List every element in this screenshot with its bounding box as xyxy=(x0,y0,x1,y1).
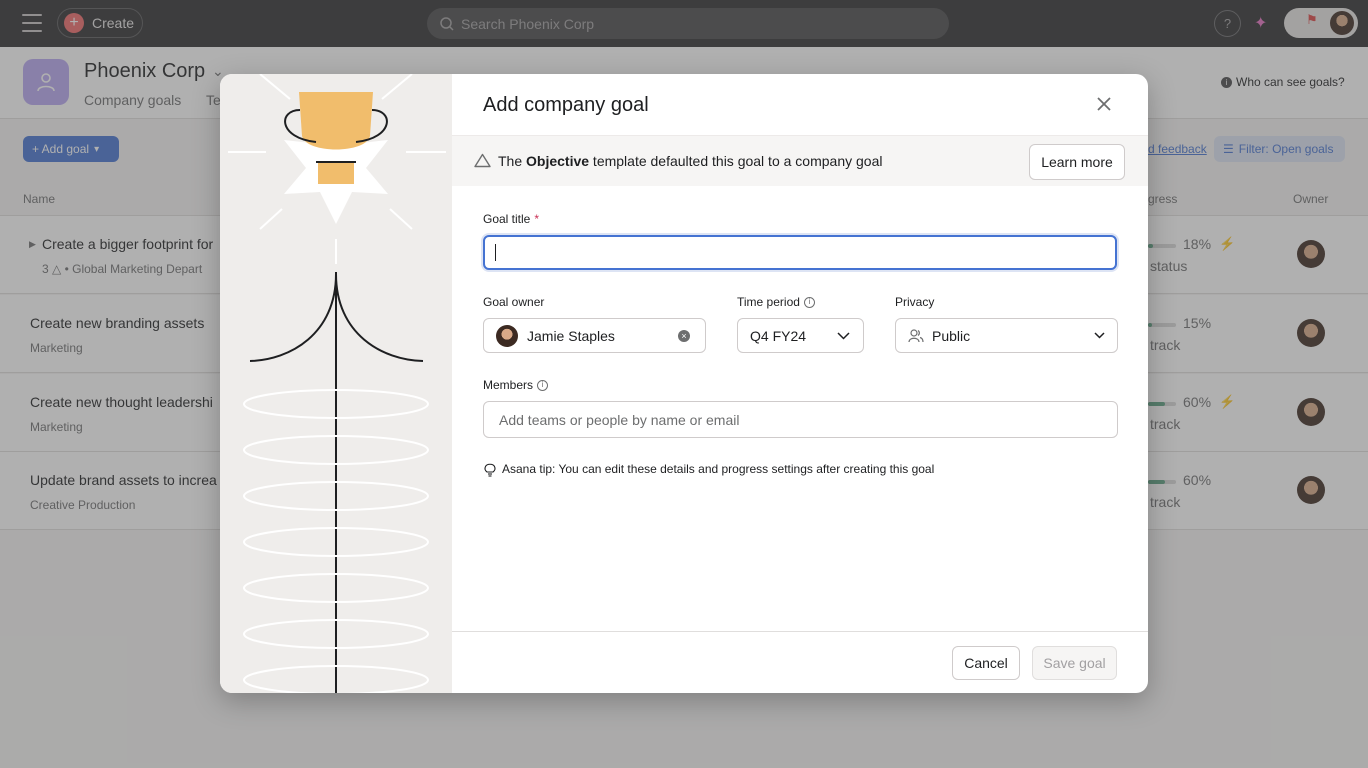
chevron-down-icon xyxy=(837,332,850,340)
text-cursor xyxy=(495,244,496,261)
required-mark: * xyxy=(534,212,540,226)
divider xyxy=(452,631,1148,632)
triangle-goal-icon xyxy=(474,153,491,168)
goal-title-input[interactable] xyxy=(483,235,1117,270)
trophy-illustration xyxy=(220,74,452,693)
members-input[interactable] xyxy=(483,401,1118,438)
time-period-label: Time period i xyxy=(737,295,815,309)
avatar xyxy=(496,324,518,347)
learn-more-button[interactable]: Learn more xyxy=(1029,144,1125,180)
members-label-text: Members xyxy=(483,378,534,392)
privacy-label: Privacy xyxy=(895,295,935,309)
time-period-value: Q4 FY24 xyxy=(750,327,807,344)
banner-prefix: The xyxy=(498,153,527,169)
chevron-down-icon xyxy=(1094,332,1105,339)
info-icon[interactable]: i xyxy=(537,379,549,391)
goal-owner-value: Jamie Staples xyxy=(527,327,615,344)
members-label: Members i xyxy=(483,378,549,392)
add-goal-dialog: Add company goal The Objective template … xyxy=(220,74,1148,693)
goal-owner-label: Goal owner xyxy=(483,295,545,309)
dialog-form: Add company goal The Objective template … xyxy=(452,74,1148,693)
template-banner: The Objective template defaulted this go… xyxy=(452,135,1148,186)
goal-title-label-text: Goal title xyxy=(483,212,531,226)
cancel-button[interactable]: Cancel xyxy=(952,646,1020,680)
dialog-title: Add company goal xyxy=(483,94,649,116)
banner-text: The Objective template defaulted this go… xyxy=(498,153,882,169)
save-goal-button[interactable]: Save goal xyxy=(1032,646,1117,680)
asana-tip: Asana tip: You can edit these details an… xyxy=(483,461,934,477)
lightbulb-icon xyxy=(484,463,496,477)
goal-owner-field[interactable]: Jamie Staples × xyxy=(483,318,706,353)
banner-suffix: template defaulted this goal to a compan… xyxy=(589,153,883,169)
clear-icon[interactable]: × xyxy=(678,330,690,342)
tip-text: Asana tip: You can edit these details an… xyxy=(502,462,935,476)
privacy-select[interactable]: Public xyxy=(895,318,1118,353)
info-icon[interactable]: i xyxy=(803,296,815,308)
goal-title-label: Goal title * xyxy=(483,212,539,226)
time-period-select[interactable]: Q4 FY24 xyxy=(737,318,864,353)
people-icon xyxy=(908,328,924,342)
privacy-value: Public xyxy=(932,327,971,344)
close-icon[interactable] xyxy=(1094,94,1114,114)
banner-bold: Objective xyxy=(526,153,590,169)
time-period-label-text: Time period xyxy=(737,295,800,309)
